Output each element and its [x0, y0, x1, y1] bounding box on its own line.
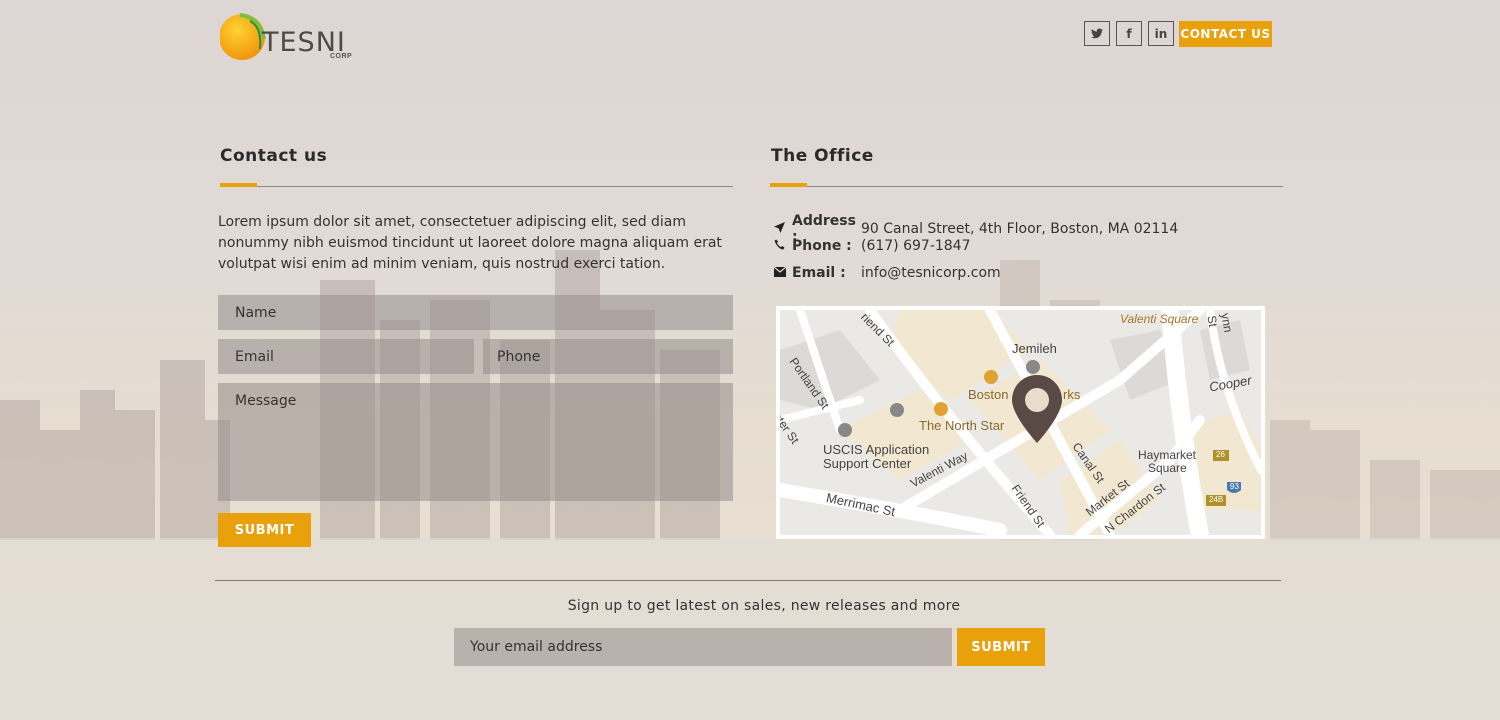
map-label-haymarket-line1: Haymarket [1138, 448, 1197, 462]
office-phone-row: Phone : (617) 697-1847 [774, 238, 971, 254]
phone-input[interactable]: Phone [483, 339, 733, 374]
phone-label: Phone : [792, 238, 852, 254]
newsletter-text: Sign up to get latest on sales, new rele… [567, 598, 961, 614]
facebook-icon[interactable]: f [1116, 21, 1142, 46]
office-title: The Office [771, 146, 874, 166]
linkedin-glyph: in [1154, 26, 1168, 41]
newsletter-email-input[interactable]: Your email address [454, 628, 952, 666]
office-email-row: Email : info@tesnicorp.com [773, 265, 1001, 281]
map-label-jemileh: Jemileh [1012, 341, 1057, 356]
twitter-icon[interactable] [1084, 21, 1110, 46]
email-input[interactable]: Email [218, 339, 474, 374]
newsletter-submit-button[interactable]: SUBMIT [957, 628, 1045, 666]
map-label-haymarket-line2: Square [1148, 461, 1187, 475]
map-label-north-star: The North Star [919, 418, 1005, 433]
envelope-icon [773, 266, 792, 280]
map-label-canal-st: Canal St [1069, 440, 1108, 486]
contact-divider [220, 186, 733, 187]
map-canvas[interactable]: Valenti Square Jemileh Boston rks The No… [780, 310, 1261, 535]
map-label-lynn-st: ynn St [1204, 312, 1236, 334]
map-label-friend-st: Friend St [1008, 482, 1048, 530]
map-label-rks: rks [1063, 387, 1081, 402]
map-label-uscis-line2: Support Center [823, 456, 912, 471]
contact-submit-button[interactable]: SUBMIT [218, 513, 311, 547]
office-divider [770, 186, 1283, 187]
address-value: 90 Canal Street, 4th Floor, Boston, MA 0… [861, 221, 1179, 237]
map-label-portland-st: Portland St [786, 355, 833, 412]
map-label-valenti-square: Valenti Square [1120, 312, 1199, 326]
message-textarea[interactable]: Message [218, 383, 733, 501]
map-route-24b: 24B [1209, 495, 1224, 504]
phone-icon [774, 239, 792, 253]
name-input[interactable]: Name [218, 295, 733, 330]
map-label-friend-st-top: riend St [858, 310, 898, 350]
location-arrow-icon [774, 222, 792, 236]
footer-divider [215, 580, 1281, 581]
facebook-glyph: f [1126, 26, 1132, 41]
email-label: Email : [792, 265, 846, 281]
map-route-26: 26 [1216, 450, 1225, 459]
map-label-merrimac-st: Merrimac St [824, 490, 897, 520]
linkedin-icon[interactable]: in [1148, 21, 1174, 46]
office-accent-bar [770, 183, 807, 187]
contact-title: Contact us [220, 146, 328, 166]
map-label-boston: Boston [968, 387, 1009, 402]
map-label-ster-st: ster St [780, 410, 802, 447]
office-map[interactable]: Valenti Square Jemileh Boston rks The No… [776, 306, 1265, 539]
map-label-cooper: Cooper [1208, 372, 1253, 395]
phone-value: (617) 697-1847 [861, 238, 971, 254]
tesni-logo[interactable]: TESNI CORP [220, 13, 360, 63]
map-route-93: 93 [1230, 482, 1239, 491]
map-label-uscis-line1: USCIS Application [823, 442, 930, 457]
contact-intro: Lorem ipsum dolor sit amet, consectetuer… [218, 214, 722, 272]
email-value[interactable]: info@tesnicorp.com [861, 265, 1001, 281]
contact-us-button[interactable]: CONTACT US [1179, 21, 1272, 47]
social-links: f in [1084, 21, 1174, 46]
logo-subtext: CORP [330, 53, 353, 60]
contact-accent-bar [220, 183, 257, 187]
